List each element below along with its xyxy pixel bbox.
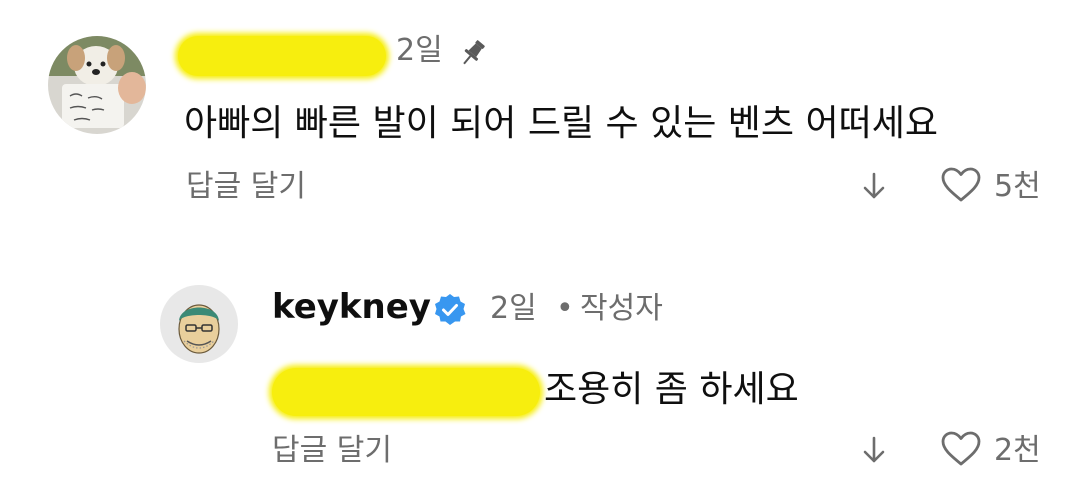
reply-timestamp: 2일 [490, 291, 537, 326]
pin-icon [456, 36, 490, 70]
comment-text: 아빠의 빠른 발이 되어 드릴 수 있는 벤츠 어떠세요 [184, 103, 938, 144]
reply-button[interactable]: 답글 달기 [186, 172, 306, 202]
reply-text: 조용히 좀 하세요 [544, 369, 799, 410]
arrow-down-icon[interactable] [858, 166, 890, 206]
creator-label: 작성자 [580, 291, 663, 326]
arrow-down-icon[interactable] [858, 430, 890, 470]
redacted-mention [272, 368, 540, 416]
reply-author-avatar[interactable] [160, 285, 238, 363]
comment-timestamp: 2일 [396, 33, 443, 68]
like-count: 2천 [994, 433, 1041, 468]
puppy-photo-avatar [48, 36, 146, 134]
cartoon-face-avatar [160, 285, 238, 363]
meta-separator: • [556, 291, 574, 326]
redacted-username [178, 36, 386, 76]
commenter-avatar[interactable] [48, 36, 146, 134]
reply-button[interactable]: 답글 달기 [272, 436, 392, 466]
heart-outline-icon[interactable] [940, 166, 982, 204]
verified-badge-icon [432, 292, 468, 328]
like-count: 5천 [994, 169, 1041, 204]
reply-author-name[interactable]: keykney [272, 290, 431, 324]
heart-outline-icon[interactable] [940, 430, 982, 468]
